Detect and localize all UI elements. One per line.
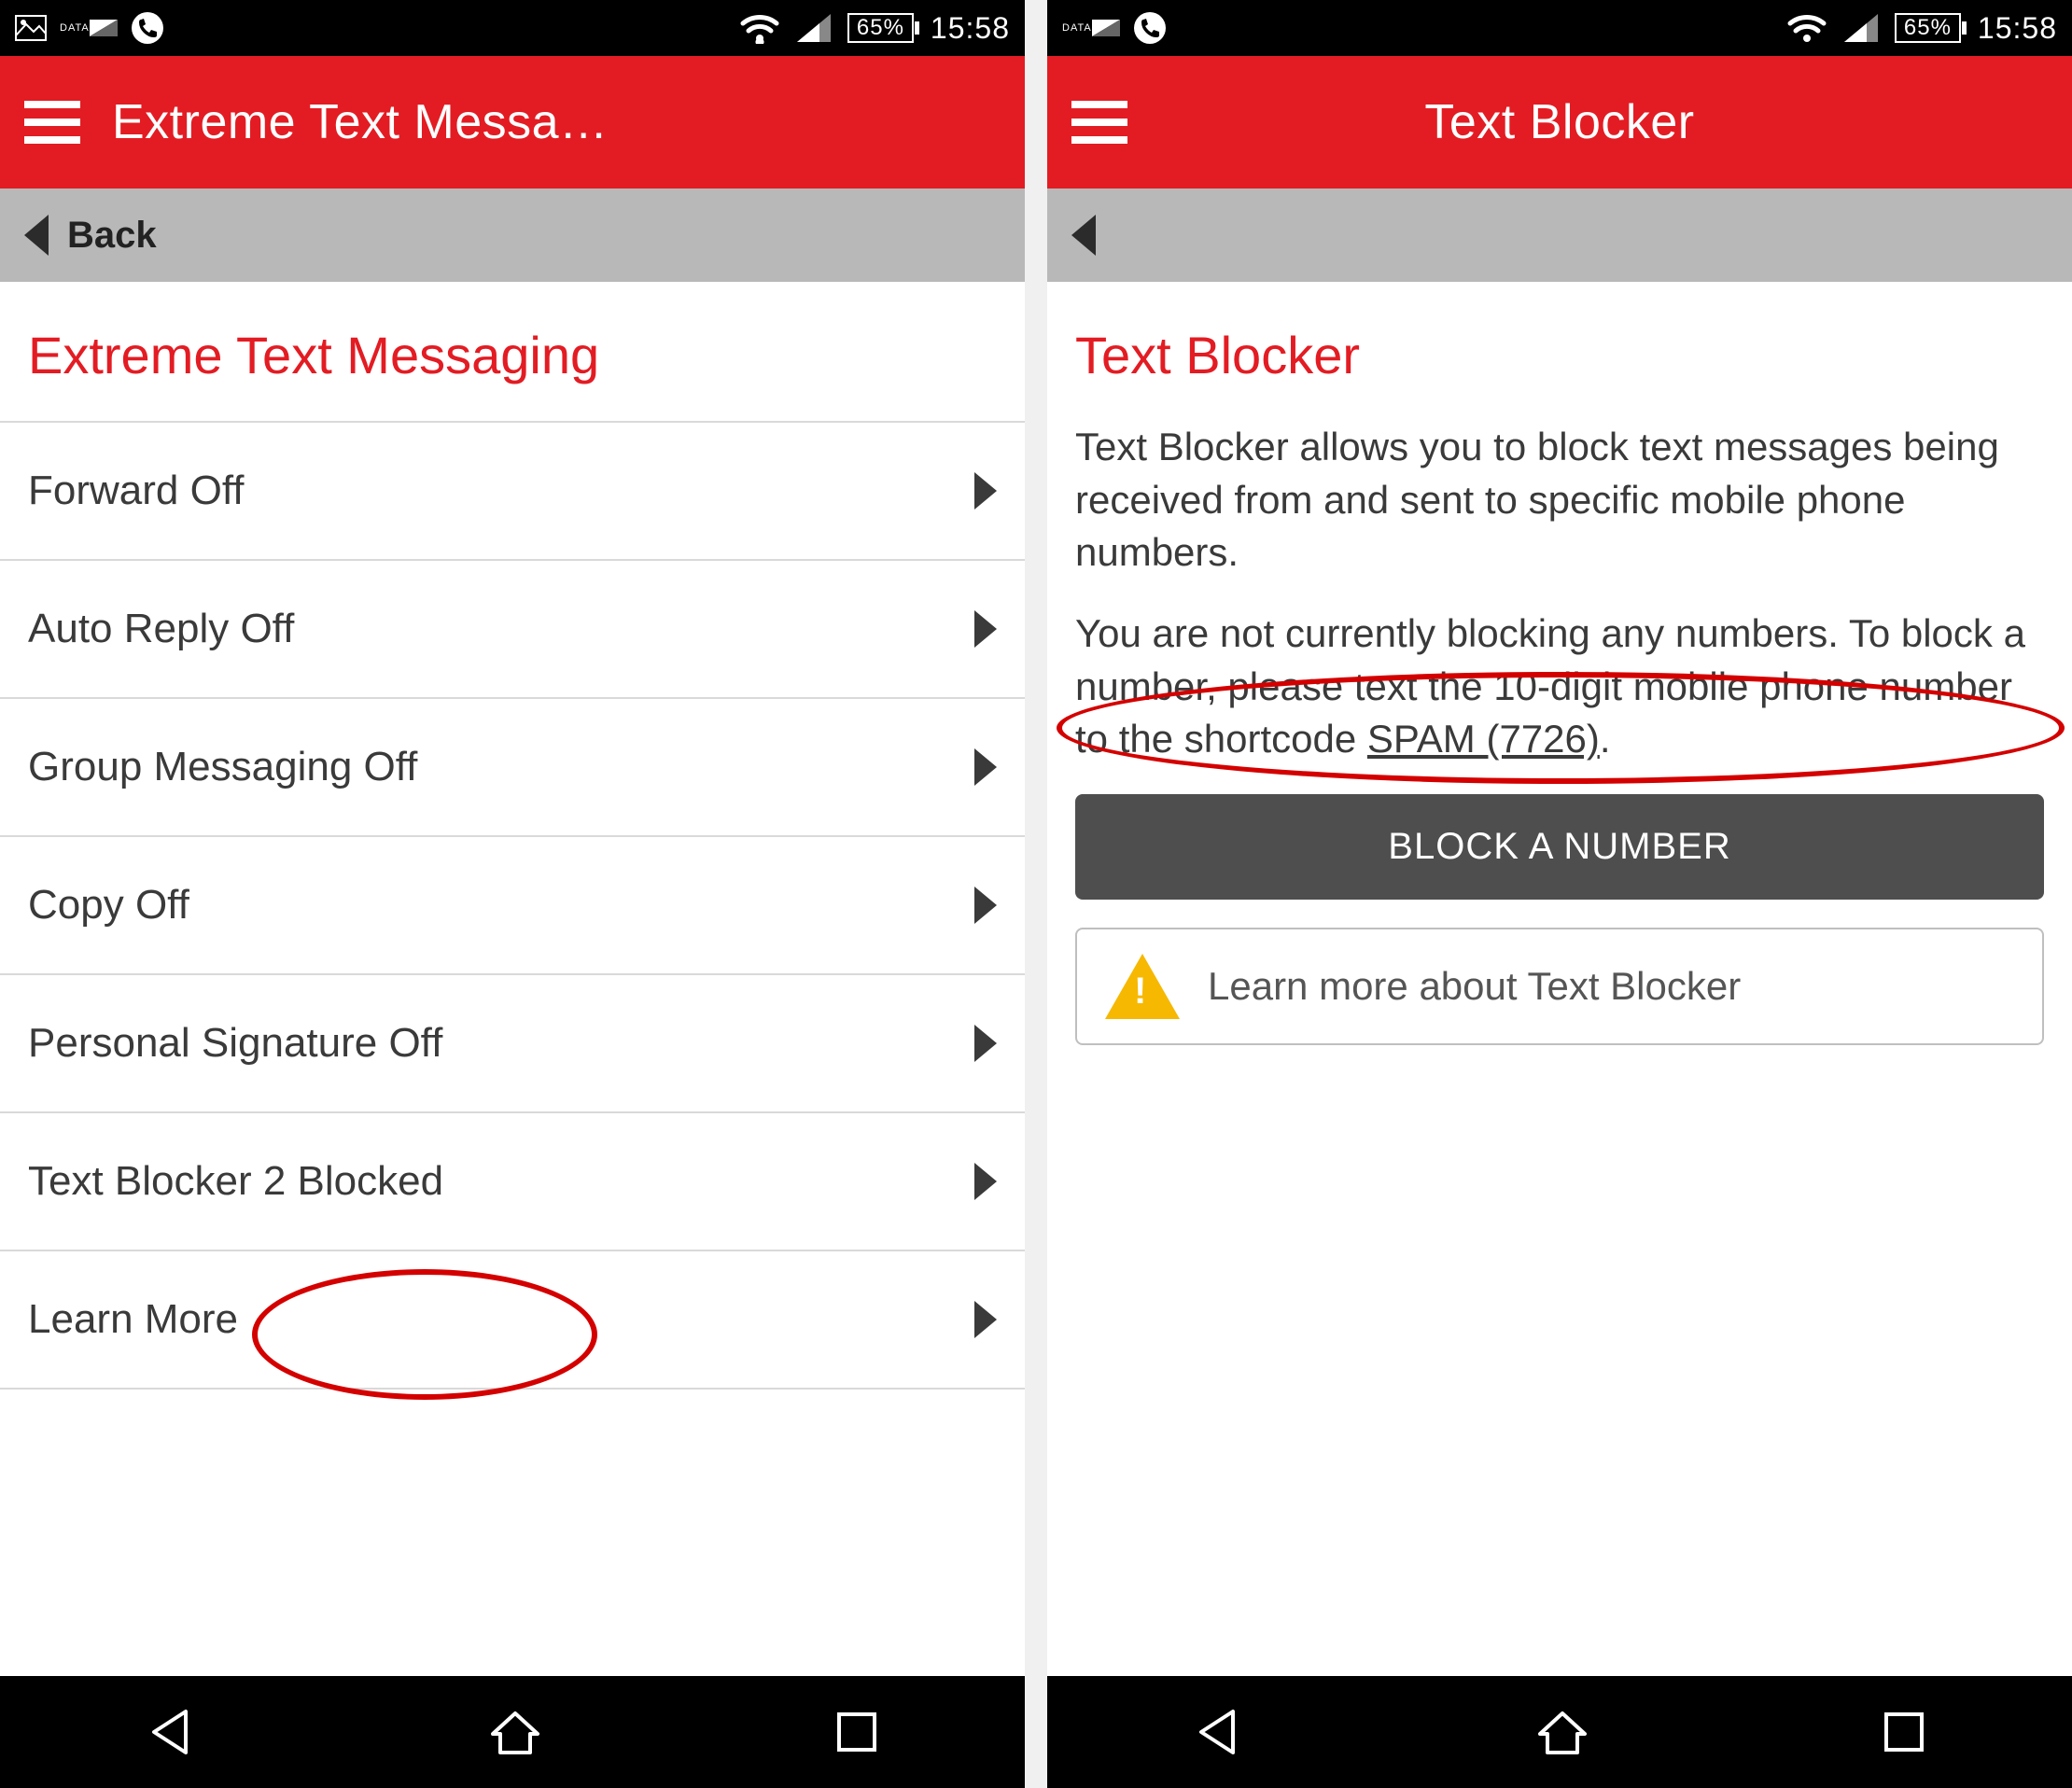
status-left-icons: DATA [1062,11,1167,45]
app-bar: Text Blocker [1047,56,2072,189]
signal-icon [1844,14,1878,42]
nav-home-icon[interactable] [487,1706,543,1758]
android-nav-bar [1047,1676,2072,1788]
data-icon: DATA [60,20,118,36]
status-left-icons: DATA [15,11,164,45]
warning-icon [1105,954,1180,1019]
appbar-title: Text Blocker [1159,94,2048,150]
phone-icon [1133,11,1167,45]
list-item-label: Learn More [28,1296,238,1343]
page-title: Text Blocker [1047,282,2072,421]
learn-more-box[interactable]: Learn more about Text Blocker [1075,928,2044,1045]
hamburger-menu-icon[interactable] [1071,101,1127,144]
settings-list: Forward Off Auto Reply Off Group Messagi… [0,421,1025,1390]
list-item-group-messaging[interactable]: Group Messaging Off [0,699,1025,837]
picture-icon [15,15,47,41]
battery-indicator: 65% [847,13,914,43]
list-item-personal-signature[interactable]: Personal Signature Off [0,975,1025,1113]
hamburger-menu-icon[interactable] [24,101,80,144]
spam-shortcode-link[interactable]: SPAM (7726) [1367,717,1600,761]
nav-back-icon[interactable] [145,1706,197,1758]
signal-icon [797,14,831,42]
list-item-learn-more[interactable]: Learn More [0,1251,1025,1390]
desc-text: . [1600,717,1611,761]
description-2: You are not currently blocking any numbe… [1075,608,2044,766]
list-item-label: Copy Off [28,882,189,929]
block-number-button[interactable]: BLOCK A NUMBER [1075,794,2044,900]
list-item-label: Group Messaging Off [28,744,417,790]
phone-screen-right: DATA 65% 15:58 Text Blocker Text Blocker [1047,0,2072,1788]
status-bar: DATA 65% 15:58 [0,0,1025,56]
chevron-right-icon [974,472,997,510]
back-bar[interactable] [1047,189,2072,282]
chevron-right-icon [974,1025,997,1062]
description-1: Text Blocker allows you to block text me… [1075,421,2044,580]
status-right-icons: 65% 15:58 [739,11,1010,46]
back-arrow-icon [24,215,49,256]
list-item-label: Auto Reply Off [28,606,294,652]
phone-screen-left: DATA 65% 15:58 Extreme Text Messa… Back … [0,0,1025,1788]
chevron-right-icon [974,887,997,924]
nav-home-icon[interactable] [1534,1706,1590,1758]
list-item-label: Text Blocker 2 Blocked [28,1158,443,1205]
phone-icon [131,11,164,45]
appbar-title: Extreme Text Messa… [112,94,1001,150]
status-right-icons: 65% 15:58 [1786,11,2057,46]
battery-indicator: 65% [1895,13,1961,43]
content-area: Text Blocker allows you to block text me… [1047,421,2072,1788]
data-icon: DATA [1062,20,1120,36]
chevron-right-icon [974,610,997,648]
android-nav-bar [0,1676,1025,1788]
page-title: Extreme Text Messaging [0,282,1025,421]
app-bar: Extreme Text Messa… [0,56,1025,189]
list-item-text-blocker[interactable]: Text Blocker 2 Blocked [0,1113,1025,1251]
nav-recent-icon[interactable] [833,1709,880,1755]
list-item-copy[interactable]: Copy Off [0,837,1025,975]
chevron-right-icon [974,1163,997,1200]
chevron-right-icon [974,1301,997,1338]
wifi-icon [739,12,780,44]
list-item-forward[interactable]: Forward Off [0,423,1025,561]
back-label: Back [67,215,157,257]
back-arrow-icon [1071,215,1096,256]
list-item-label: Forward Off [28,468,244,514]
list-item-auto-reply[interactable]: Auto Reply Off [0,561,1025,699]
back-bar[interactable]: Back [0,189,1025,282]
status-clock: 15:58 [1978,11,2057,46]
nav-back-icon[interactable] [1192,1706,1244,1758]
learn-more-label: Learn more about Text Blocker [1208,964,1741,1009]
status-bar: DATA 65% 15:58 [1047,0,2072,56]
list-item-label: Personal Signature Off [28,1020,442,1067]
status-clock: 15:58 [931,11,1010,46]
chevron-right-icon [974,748,997,786]
wifi-icon [1786,12,1827,44]
nav-recent-icon[interactable] [1881,1709,1927,1755]
